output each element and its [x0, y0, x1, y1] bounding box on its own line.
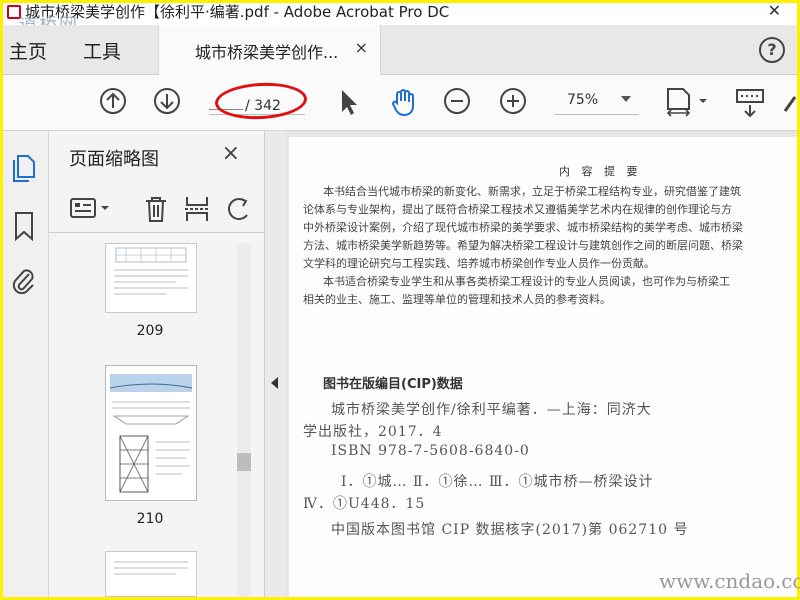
document-text-line: 本书结合当代城市桥梁的新变化、新需求，立足于桥梁工程结构专业，研究借鉴了建筑	[323, 185, 741, 198]
keyboard-tool-icon[interactable]	[735, 87, 765, 119]
document-text-line: 方法、城市桥梁美学新趋势等。希望为解决桥梁工程设计与建筑创作之间的断层问题、桥梁	[303, 239, 743, 252]
cip-data-line: 中国版本图书馆 CIP 数据核字(2017)第 062710 号	[331, 522, 689, 538]
zoom-out-icon[interactable]	[443, 87, 471, 115]
chevron-down-icon	[621, 96, 631, 102]
document-text-line: 论体系与专业架构，提出了既符合桥梁工程技术又遵循美学艺术内在规律的创作理论与方	[303, 203, 732, 216]
delete-page-icon[interactable]	[143, 195, 169, 223]
pen-tool-icon[interactable]	[783, 87, 797, 117]
attachment-icon[interactable]	[11, 265, 37, 297]
document-heading: 内 容 提 要	[559, 165, 642, 178]
cip-data-line: 城市桥梁美学创作/徐利平编著．—上海：同济大	[331, 402, 652, 418]
document-text-line: 中外桥梁设计案例，介绍了现代城市桥梁的美学要求、城市桥梁结构的美学考虑、城市桥梁	[303, 221, 743, 234]
thumbnail-page-label: 209	[136, 323, 164, 339]
cip-data-line: Ⅰ．①城… Ⅱ．①徐… Ⅲ．①城市桥—桥梁设计	[341, 474, 654, 490]
zoom-level-value: 75%	[567, 92, 599, 108]
site-url-watermark: www.cndao.com	[659, 569, 800, 593]
document-page: 内 容 提 要 本书结合当代城市桥梁的新变化、新需求，立足于桥梁工程结构专业，研…	[289, 137, 797, 597]
left-navigation-rail	[3, 131, 49, 597]
tab-document[interactable]: 城市桥梁美学创作... ×	[158, 25, 381, 75]
thumbnail-options-icon[interactable]	[69, 197, 115, 221]
document-view[interactable]: 内 容 提 要 本书结合当代城市桥梁的新变化、新需求，立足于桥梁工程结构专业，研…	[285, 131, 797, 597]
help-icon[interactable]: ?	[759, 37, 785, 63]
hand-tool-icon[interactable]	[389, 87, 419, 117]
thumbnail-toolbar	[49, 187, 265, 233]
page-thumbnails-panel: 页面缩略图 × 209 210	[49, 131, 265, 597]
tab-tools[interactable]: 工具	[83, 37, 121, 64]
panel-close-icon[interactable]: ×	[222, 141, 240, 166]
window-titlebar: 城市桥梁美学创作【徐利平·编著.pdf - Adobe Acrobat Pro …	[3, 3, 797, 25]
extract-pages-icon[interactable]	[183, 195, 211, 223]
cip-data-line: Ⅳ．①U448．15	[303, 496, 426, 512]
collapse-panel-icon[interactable]	[271, 377, 278, 389]
tab-close-icon[interactable]: ×	[355, 38, 368, 57]
pages-thumbnail-icon[interactable]	[11, 153, 37, 183]
document-text-line: 相关的业主、施工、监理等单位的管理和技术人员的参考资料。	[303, 293, 611, 306]
previous-page-icon[interactable]	[99, 87, 127, 115]
panel-title: 页面缩略图	[69, 149, 159, 170]
panel-collapse-strip[interactable]	[265, 131, 285, 597]
red-annotation-circle	[214, 80, 308, 122]
main-toolbar: / 342 75%	[3, 75, 797, 131]
tab-home[interactable]: 主页	[9, 37, 47, 64]
page-fit-icon[interactable]	[665, 87, 711, 119]
zoom-level-dropdown[interactable]: 75%	[555, 89, 639, 115]
tab-bar: 主页 工具 城市桥梁美学创作... × ?	[3, 25, 797, 75]
zoom-in-icon[interactable]	[499, 87, 527, 115]
window-close-icon[interactable]: ✕	[768, 1, 781, 20]
window-title: 城市桥梁美学创作【徐利平·编著.pdf - Adobe Acrobat Pro …	[25, 3, 450, 21]
page-thumbnail-211[interactable]	[105, 551, 197, 597]
rotate-page-icon[interactable]	[225, 195, 253, 223]
cip-data-title: 图书在版编目(CIP)数据	[323, 377, 463, 392]
cip-data-line: ISBN 978-7-5608-6840-0	[331, 443, 530, 459]
page-thumbnail-210[interactable]	[105, 365, 197, 501]
page-thumbnail-209[interactable]	[105, 243, 197, 313]
document-text-line: 文学科的理论研究与工程实践、培养城市桥梁创作专业人员作一份贡献。	[303, 257, 655, 270]
thumbnail-scroll-thumb[interactable]	[237, 453, 251, 471]
document-tab-label: 城市桥梁美学创作...	[195, 43, 339, 62]
cip-data-line: 学出版社，2017．4	[303, 424, 443, 440]
bookmark-icon[interactable]	[13, 211, 35, 241]
document-text-line: 本书适合桥梁专业学生和从事各类桥梁工程设计的专业人员阅读，也可作为与桥梁工	[323, 275, 730, 288]
thumbnail-page-label: 210	[136, 511, 164, 527]
next-page-icon[interactable]	[153, 87, 181, 115]
select-cursor-icon[interactable]	[337, 87, 361, 117]
thumbnail-scrollbar[interactable]	[237, 243, 251, 597]
